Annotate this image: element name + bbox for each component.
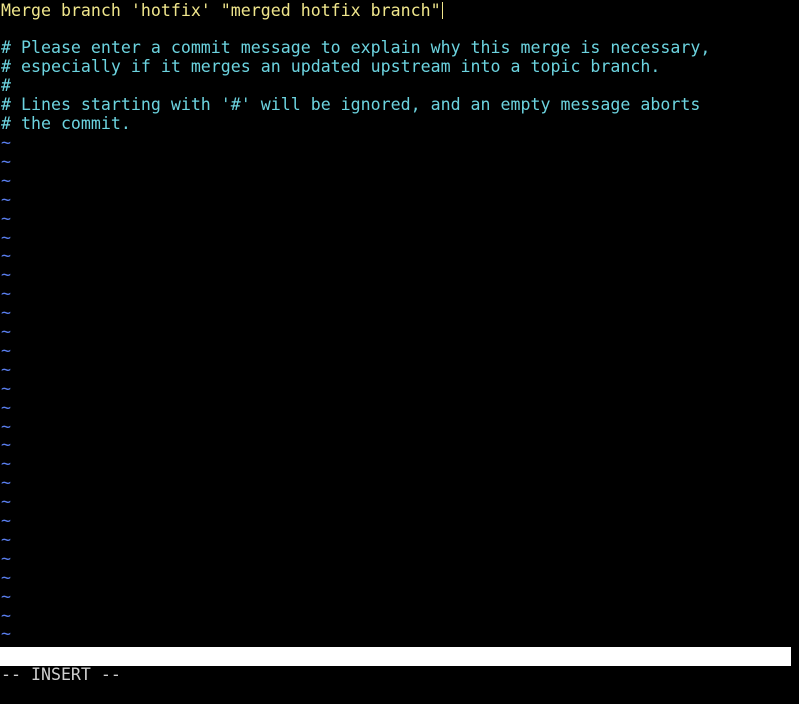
empty-line-tilde: ~: [1, 265, 11, 285]
empty-line-tilde: ~: [1, 284, 11, 304]
empty-line-tilde: ~: [1, 492, 11, 512]
empty-line-tilde: ~: [1, 605, 11, 625]
empty-line-tilde: ~: [1, 208, 11, 228]
comment-line: # Lines starting with '#' will be ignore…: [1, 95, 701, 114]
empty-line-tilde: ~: [1, 473, 11, 493]
empty-line-tilde: ~: [1, 511, 11, 530]
comment-line: #: [1, 76, 11, 95]
empty-line-tilde: ~: [1, 303, 11, 323]
empty-line-tilde: ~: [1, 133, 11, 152]
mode-indicator: -- INSERT --: [1, 665, 121, 684]
empty-line-tilde: ~: [1, 416, 11, 436]
empty-line-tilde: ~: [1, 624, 11, 644]
commit-message-text: Merge branch 'hotfix' "merged hotfix bra…: [1, 1, 441, 20]
empty-line-tilde: ~: [1, 246, 11, 266]
text-cursor: [441, 2, 443, 19]
empty-line-tilde: ~: [1, 359, 11, 379]
empty-line-tilde: ~: [1, 340, 11, 360]
commit-message-line[interactable]: Merge branch 'hotfix' "merged hotfix bra…: [1, 1, 443, 20]
empty-line-tilde: ~: [1, 378, 11, 398]
comment-line: # especially if it merges an updated ups…: [1, 57, 661, 76]
empty-line-tilde: ~: [1, 397, 11, 417]
status-cursor-position: 1,45 All: [709, 685, 789, 704]
empty-line-tilde: ~: [1, 529, 11, 549]
empty-line-tilde: ~: [1, 227, 11, 247]
empty-line-tilde: ~: [1, 151, 11, 171]
empty-line-tilde: ~: [1, 435, 11, 455]
status-line: G:/git-tuts/.git/MERGE_MSG[+] [unix] (23…: [0, 647, 791, 704]
empty-line-tilde: ~: [1, 586, 11, 606]
empty-line-tilde: ~: [1, 189, 11, 209]
empty-line-tilde: ~: [1, 322, 11, 341]
empty-line-tilde: ~: [1, 170, 11, 190]
comment-line: # Please enter a commit message to expla…: [1, 38, 711, 57]
empty-line-tilde: ~: [1, 548, 11, 568]
empty-line-tilde: ~: [1, 454, 11, 474]
comment-line: # the commit.: [1, 114, 131, 133]
empty-line-tilde: ~: [1, 567, 11, 587]
